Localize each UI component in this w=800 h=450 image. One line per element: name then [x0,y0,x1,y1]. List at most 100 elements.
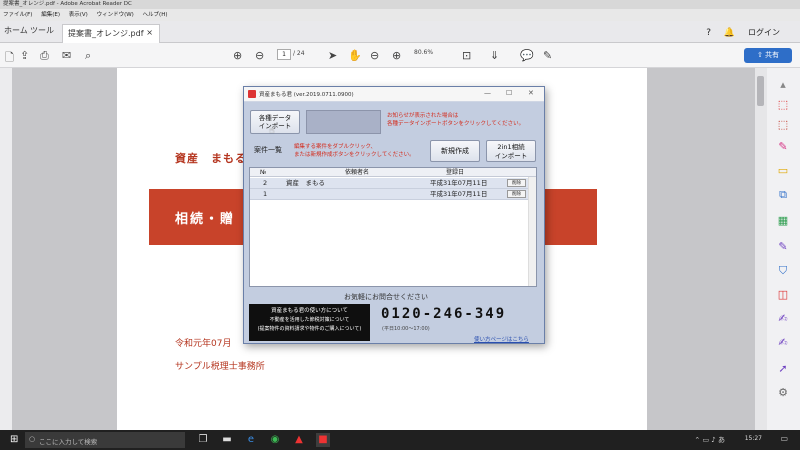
tab-document-label: 提案書_オレンジ.pdf [68,29,144,38]
edge-icon[interactable]: e [244,433,258,447]
share-icon: ⇧ [756,51,766,59]
next-page-icon[interactable]: ⊖ [255,49,264,62]
2in1-import-label-2: インポート [494,152,528,160]
mail-icon[interactable]: ✉ [62,49,71,62]
column-no[interactable]: № [260,168,266,177]
chrome-icon[interactable]: ◉ [268,433,282,447]
protect-icon[interactable]: ⛉ [776,264,790,278]
menu-window[interactable]: ウィンドウ(W) [97,12,134,18]
delete-button[interactable]: 削除 [507,190,526,198]
login-link[interactable]: ログイン [748,28,780,37]
page-number-input[interactable]: 1 [277,49,291,60]
asset-app-icon[interactable]: ■ [316,433,330,447]
bell-icon[interactable]: 🔔 [724,28,735,38]
dialog-title: 資産まもる君 (ver.2019.0711.0900) [259,92,354,98]
tab-document[interactable]: 提案書_オレンジ.pdf × [62,24,160,43]
send-sign-icon[interactable]: ✍ [776,336,790,350]
fit-page-icon[interactable]: ⊡ [462,49,471,62]
phone-number: 0120-246-349 [381,306,507,322]
table-row[interactable]: 2 資産 まもる 平成31年07月11日 削除 [250,178,528,189]
upload-icon[interactable]: ⇪ [20,49,29,62]
main-toolbar: 🗋 ⇪ ⎙ ✉ ⌕ ⊕ ⊖ 1 / 24 ➤ ✋ ⊖ ⊕ 80.6% ⊡ ⇓ 💬… [0,43,800,68]
table-row[interactable]: 1 平成31年07月11日 削除 [250,189,528,200]
case-list-note: 編集する案件をダブルクリック、 または新規作成ボタンをクリックしてください。 [294,143,415,159]
zoom-level[interactable]: 80.6% [414,49,433,56]
redact-icon[interactable]: ✎ [776,240,790,254]
data-import-button[interactable]: 各種データ インポート [250,110,300,134]
case-list-scrollbar[interactable] [528,177,536,286]
task-view-icon[interactable]: ❐ [196,433,210,447]
file-explorer-icon[interactable]: ▬ [220,433,234,447]
case-list[interactable]: № 依頼者名 登録日 2 資産 まもる 平成31年07月11日 削除 1 平成3… [249,167,537,287]
system-tray-icons[interactable]: ⌃ ▭ ♪ あ [694,435,725,445]
help-icon[interactable]: ? [706,28,711,38]
edit-pdf-icon[interactable]: ✎ [776,140,790,154]
notification-icon[interactable]: ▭ [780,434,788,443]
share-button[interactable]: ⇧ 共有 [744,48,792,63]
menu-file[interactable]: ファイル(F) [3,12,32,18]
app-logo-icon [248,90,256,98]
maximize-icon[interactable]: ☐ [506,89,512,97]
row-date: 平成31年07月11日 [430,179,488,187]
taskbar-search-placeholder: ここに入力して検索 [39,438,98,446]
windows-start-icon[interactable]: ⊞ [10,434,21,445]
hand-tool-icon[interactable]: ✋ [348,49,362,62]
vertical-scrollbar[interactable] [755,68,767,430]
row-no: 2 [263,179,268,187]
dialog-titlebar[interactable]: 資産まもる君 (ver.2019.0711.0900) — ☐ ✕ [244,87,544,102]
scroll-mode-icon[interactable]: ⇓ [490,49,499,62]
create-pdf-icon[interactable]: 🗋 [5,49,14,68]
taskbar-search[interactable]: ○ ここに入力して検索 [25,432,185,448]
comment-icon[interactable]: 💬 [520,49,534,62]
mouse-cursor-icon: ☝ [269,126,275,136]
search-icon: ○ [29,435,36,443]
taskbar-clock[interactable]: 15:27 [745,435,762,442]
pdf-title: 資産 まもる [175,152,247,165]
zoom-in-icon[interactable]: ⊕ [392,49,401,62]
column-client-name[interactable]: 依頼者名 [345,168,369,177]
print-icon[interactable]: ⎙ [40,49,49,63]
menu-bar: ファイル(F) 編集(E) 表示(V) ウィンドウ(W) ヘルプ(H) [0,9,800,21]
comment-tool-icon[interactable]: ▭ [776,164,790,178]
optimize-pdf-icon[interactable]: ◫ [776,288,790,302]
2in1-import-button[interactable]: 2in1相続 インポート [486,140,536,162]
info-banner-line-2: 不動産を活用した節税対策について [269,317,350,323]
tab-home[interactable]: ホーム [4,25,28,36]
close-icon[interactable]: × [146,28,153,37]
close-icon[interactable]: ✕ [528,89,534,97]
notice-thumbnail [306,110,381,134]
left-navigation-rail[interactable] [0,68,12,430]
menu-help[interactable]: ヘルプ(H) [143,12,168,18]
new-case-button[interactable]: 新規作成 [430,140,480,162]
info-banner[interactable]: 資産まもる君の使い方について 不動産を活用した節税対策について (提案物件の資料… [249,304,370,341]
delete-button[interactable]: 削除 [507,179,526,187]
taskbar: ⊞ ○ ここに入力して検索 ❐ ▬ e ◉ ▲ ■ ⌃ ▭ ♪ あ 15:27 … [0,430,800,450]
scrollbar-thumb[interactable] [757,76,764,106]
chevron-up-icon[interactable]: ▴ [776,78,790,92]
more-tools-icon[interactable]: ⚙ [776,386,790,400]
import-notice: お知らせが表示された場合は 各種データインポートボタンをクリックしてください。 [387,112,524,128]
column-registered-date[interactable]: 登録日 [446,168,464,177]
combine-files-icon[interactable]: ⧉ [776,188,790,202]
case-list-label: 案件一覧 [254,146,282,154]
tab-bar: ホーム ツール 提案書_オレンジ.pdf × ? 🔔 ログイン [0,21,800,43]
organize-pages-icon[interactable]: ▦ [776,214,790,228]
case-note-line-2: または新規作成ボタンをクリックしてください。 [294,152,415,158]
acrobat-icon[interactable]: ▲ [292,433,306,447]
fill-sign-icon[interactable]: ✍ [776,312,790,326]
tab-tools[interactable]: ツール [30,25,54,36]
send-track-icon[interactable]: ➚ [776,362,790,376]
menu-edit[interactable]: 編集(E) [41,12,60,18]
zoom-out-icon[interactable]: ⊖ [370,49,379,62]
search-icon[interactable]: ⌕ [85,49,91,63]
menu-view[interactable]: 表示(V) [69,12,88,18]
create-pdf-icon[interactable]: ⬚ [776,118,790,132]
highlight-pen-icon[interactable]: ✎ [543,49,552,62]
help-page-link[interactable]: 使い方ページはこちら [474,335,529,343]
prev-page-icon[interactable]: ⊕ [233,49,242,62]
export-pdf-icon[interactable]: ⬚ [776,98,790,112]
row-no: 1 [263,190,268,198]
minimize-icon[interactable]: — [484,89,491,97]
info-banner-line-3: (提案物件の資料請求や物件のご購入について) [257,326,362,332]
select-cursor-icon[interactable]: ➤ [328,49,337,62]
